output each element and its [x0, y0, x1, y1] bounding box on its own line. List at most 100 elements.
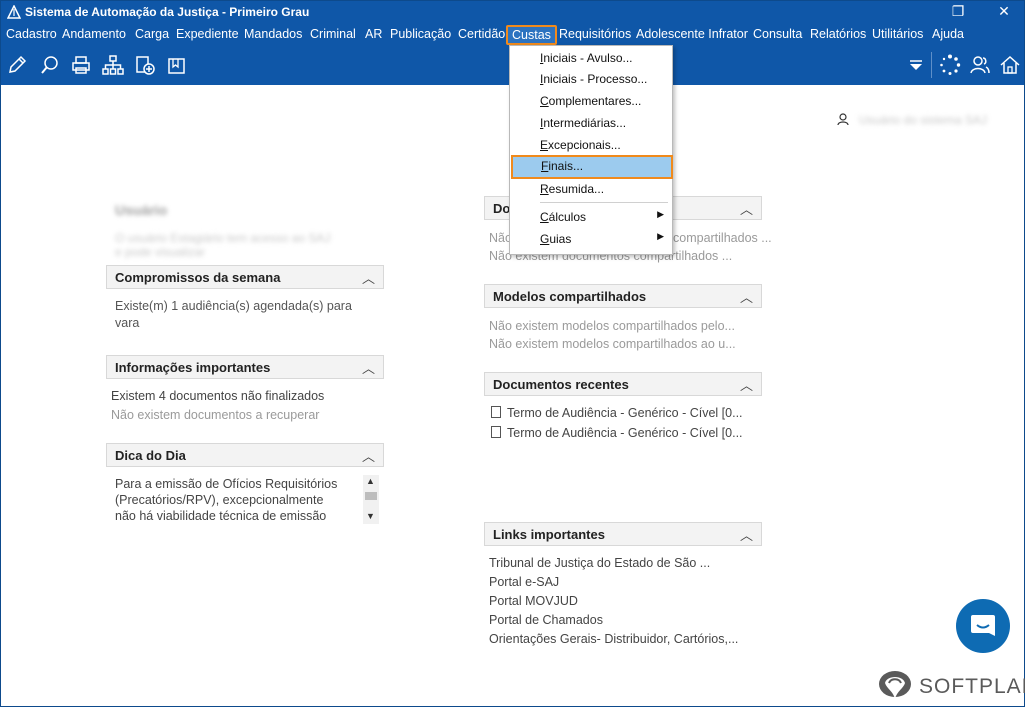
modelos-header[interactable]: Modelos compartilhados ︿: [484, 284, 762, 308]
home-icon[interactable]: [999, 54, 1021, 76]
menu-custas[interactable]: Custas: [506, 25, 557, 45]
recent-document-item[interactable]: Termo de Audiência - Genérico - Cível [0…: [491, 406, 743, 420]
blurred-line-1: O usuário Estagiário tem acesso ao SAJ: [115, 231, 331, 245]
softplan-brand-name: SOFTPLAN: [919, 675, 1025, 698]
chat-icon: [971, 615, 995, 636]
menu-relatorios[interactable]: Relatórios: [810, 27, 866, 41]
modelos-title: Modelos compartilhados: [493, 289, 647, 304]
recentes-header[interactable]: Documentos recentes ︿: [484, 372, 762, 396]
menu-option-resumida[interactable]: Resumida...: [510, 178, 672, 200]
dropdown-icon[interactable]: [905, 54, 927, 76]
menu-option-excepcionais[interactable]: Excepcionais...: [510, 134, 672, 156]
restore-button[interactable]: ❐: [938, 1, 978, 23]
print-icon[interactable]: [70, 54, 92, 76]
users-icon[interactable]: [969, 54, 991, 76]
scroll-thumb[interactable]: [365, 492, 377, 500]
menu-certidao[interactable]: Certidão: [458, 27, 505, 41]
blurred-panel: Usuário O usuário Estagiário tem acesso …: [107, 197, 383, 259]
menu-cadastro[interactable]: Cadastro: [6, 27, 57, 41]
add-document-icon[interactable]: [134, 54, 156, 76]
blurred-panel-title: Usuário: [115, 202, 168, 218]
menu-requisitorios[interactable]: Requisitórios: [559, 27, 631, 41]
softplan-logo-icon: [879, 671, 911, 699]
dica-header[interactable]: Dica do Dia ︿: [106, 443, 384, 467]
compromissos-header[interactable]: Compromissos da semana ︿: [106, 265, 384, 289]
informacoes-line-1[interactable]: Existem 4 documentos não finalizados: [111, 389, 324, 403]
dica-line-1: Para a emissão de Ofícios Requisitórios: [115, 477, 338, 491]
app-window: Sistema de Automação da Justiça - Primei…: [0, 0, 1025, 707]
menu-carga[interactable]: Carga: [135, 27, 169, 41]
modelos-line-2: Não existem modelos compartilhados ao u.…: [489, 337, 736, 351]
custas-dropdown-menu: Iniciais - Avulso... Iniciais - Processo…: [509, 45, 673, 255]
informacoes-line-2: Não existem documentos a recuperar: [111, 408, 320, 422]
collapse-icon[interactable]: ︿: [362, 446, 375, 465]
links-title: Links importantes: [493, 527, 605, 542]
menu-andamento[interactable]: Andamento: [62, 27, 126, 41]
menu-option-iniciais-processo[interactable]: Iniciais - Processo...: [510, 68, 672, 90]
link-portal-movjud[interactable]: Portal MOVJUD: [489, 594, 578, 608]
window-title: Sistema de Automação da Justiça - Primei…: [25, 5, 310, 19]
menu-option-finais[interactable]: Finais...: [511, 155, 673, 179]
compromissos-line-1: Existe(m) 1 audiência(s) agendada(s) par…: [115, 299, 352, 313]
app-logo-icon: [7, 5, 21, 19]
dica-line-3: não há viabilidade técnica de emissão: [115, 509, 327, 523]
menu-publicacao[interactable]: Publicação: [390, 27, 451, 41]
scroll-down-icon[interactable]: ▼: [366, 511, 375, 521]
menu-expediente[interactable]: Expediente: [176, 27, 239, 41]
collapse-icon[interactable]: ︿: [740, 375, 753, 394]
collapse-icon[interactable]: ︿: [740, 287, 753, 306]
document-icon: [491, 406, 501, 418]
menu-option-guias[interactable]: Guias ▶: [510, 228, 672, 250]
menu-bar: Cadastro Andamento Carga Expediente Mand…: [1, 23, 1024, 45]
user-name: Usuário do sistema SAJ: [859, 113, 988, 127]
menu-option-intermediarias[interactable]: Intermediárias...: [510, 112, 672, 134]
informacoes-title: Informações importantes: [115, 360, 271, 375]
close-button[interactable]: ✕: [984, 1, 1024, 23]
menu-option-calculos[interactable]: Cálculos ▶: [510, 206, 672, 228]
recentes-title: Documentos recentes: [493, 377, 629, 392]
menu-ajuda[interactable]: Ajuda: [932, 27, 964, 41]
dica-title: Dica do Dia: [115, 448, 186, 463]
links-header[interactable]: Links importantes ︿: [484, 522, 762, 546]
link-orientacoes-gerais[interactable]: Orientações Gerais- Distribuidor, Cartór…: [489, 632, 738, 646]
user-icon: [837, 113, 849, 126]
edit-icon[interactable]: [6, 54, 28, 76]
recent-document-item[interactable]: Termo de Audiência - Genérico - Cível [0…: [491, 426, 743, 440]
softplan-logo: SOFTPLAN: [877, 669, 1025, 705]
user-indicator: Usuário do sistema SAJ: [837, 113, 1017, 127]
loading-icon: [939, 54, 961, 76]
folder-icon[interactable]: [166, 54, 188, 76]
menu-ar[interactable]: AR: [365, 27, 382, 41]
menu-criminal[interactable]: Criminal: [310, 27, 356, 41]
dica-scrollbar[interactable]: ▲ ▼: [363, 475, 379, 524]
chat-button[interactable]: [956, 599, 1010, 653]
collapse-icon[interactable]: ︿: [362, 268, 375, 287]
link-portal-chamados[interactable]: Portal de Chamados: [489, 613, 603, 627]
search-icon[interactable]: [39, 54, 61, 76]
collapse-icon[interactable]: ︿: [362, 358, 375, 377]
collapse-icon[interactable]: ︿: [740, 525, 753, 544]
scroll-up-icon[interactable]: ▲: [366, 476, 375, 486]
link-tjsp[interactable]: Tribunal de Justiça do Estado de São ...: [489, 556, 710, 570]
title-bar: Sistema de Automação da Justiça - Primei…: [1, 1, 1024, 23]
collapse-icon[interactable]: ︿: [740, 199, 753, 218]
menu-option-complementares[interactable]: Complementares...: [510, 90, 672, 112]
hierarchy-icon[interactable]: [102, 54, 124, 76]
modelos-line-1: Não existem modelos compartilhados pelo.…: [489, 319, 735, 333]
menu-adolescente-infrator[interactable]: Adolescente Infrator: [636, 27, 748, 41]
menu-consulta[interactable]: Consulta: [753, 27, 802, 41]
informacoes-header[interactable]: Informações importantes ︿: [106, 355, 384, 379]
toolbar-separator: [931, 52, 932, 78]
compromissos-title: Compromissos da semana: [115, 270, 281, 285]
documentos-title: Do: [493, 201, 511, 216]
menu-separator: [540, 202, 668, 203]
document-icon: [491, 426, 501, 438]
menu-mandados[interactable]: Mandados: [244, 27, 302, 41]
menu-utilitarios[interactable]: Utilitários: [872, 27, 923, 41]
submenu-arrow-icon: ▶: [657, 231, 664, 241]
link-portal-esaj[interactable]: Portal e-SAJ: [489, 575, 559, 589]
menu-option-iniciais-avulso[interactable]: Iniciais - Avulso...: [510, 47, 672, 69]
submenu-arrow-icon: ▶: [657, 209, 664, 219]
compromissos-line-2: vara: [115, 316, 140, 330]
documentos-line-1-end: compartilhados ...: [673, 231, 772, 245]
